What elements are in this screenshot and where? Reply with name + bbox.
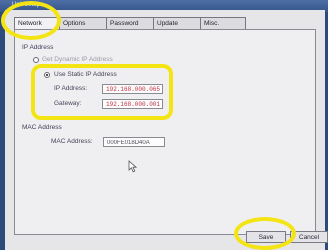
mac-address-label: MAC Address: <box>51 138 93 145</box>
highlight-static-ip-group <box>31 64 173 120</box>
mac-address-field <box>103 137 165 147</box>
tab-update[interactable]: Update <box>153 17 201 29</box>
tab-misc[interactable]: Misc. <box>200 17 246 29</box>
ip-section-title: IP Address <box>22 44 54 51</box>
mouse-cursor-icon <box>128 160 137 173</box>
radio-dynamic-ip-label: Get Dynamic IP Address <box>42 56 113 63</box>
mac-section-title: MAC Address <box>22 124 62 131</box>
tab-password[interactable]: Password <box>106 17 154 29</box>
radio-dynamic-ip[interactable] <box>33 57 39 63</box>
highlight-network-tab <box>1 1 61 40</box>
highlight-save-button <box>234 217 296 250</box>
tab-options[interactable]: Options <box>59 17 107 29</box>
